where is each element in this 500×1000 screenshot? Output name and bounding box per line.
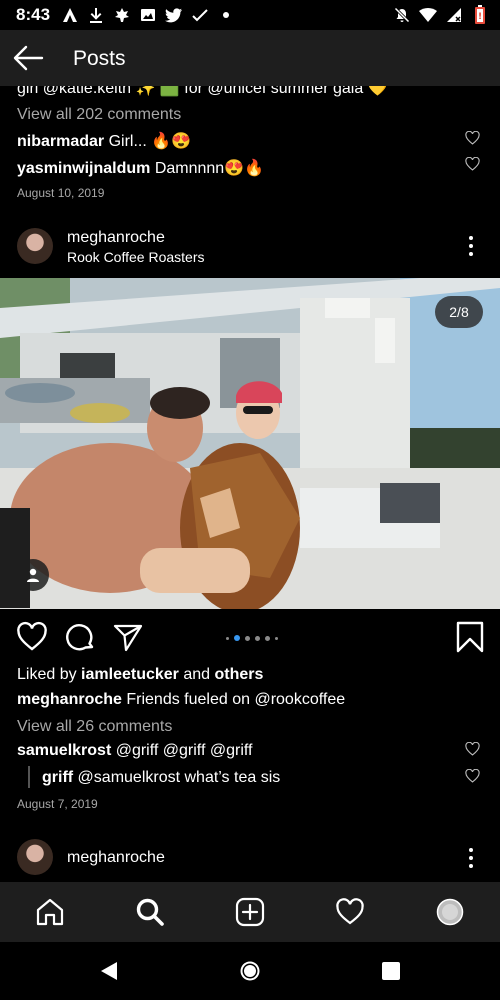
comment-like-icon[interactable] xyxy=(465,157,480,171)
back-arrow-icon xyxy=(13,45,44,71)
back-button[interactable] xyxy=(12,43,44,73)
carousel-counter: 2/8 xyxy=(435,296,483,328)
comment-like-icon[interactable] xyxy=(465,769,480,783)
liked-by-others[interactable]: others xyxy=(214,666,263,683)
system-status-icons: ! xyxy=(392,4,490,26)
home-icon[interactable] xyxy=(34,896,66,928)
caption-username[interactable]: meghanroche xyxy=(17,691,122,708)
twitter-icon xyxy=(164,5,184,25)
caption-text: Friends fueled on @rookcoffee xyxy=(121,691,346,708)
comment-text: @griff @griff @griff xyxy=(111,742,253,759)
person-icon xyxy=(27,568,39,582)
comment-row: nibarmadar Girl... 🔥😍 xyxy=(17,131,191,151)
post-photo[interactable]: 2/8 xyxy=(0,278,500,609)
liked-by-prefix: Liked by xyxy=(17,666,82,683)
system-back-icon[interactable] xyxy=(98,960,120,982)
like-icon[interactable] xyxy=(16,621,48,653)
comment-text: @samuelkrost what’s tea sis xyxy=(73,769,281,786)
battery-icon: ! xyxy=(470,5,490,25)
comment-row: samuelkrost @griff @griff @griff xyxy=(17,742,252,760)
avatar[interactable] xyxy=(17,839,53,875)
liked-by-username[interactable]: iamleetucker xyxy=(81,666,179,683)
search-icon[interactable] xyxy=(134,896,166,928)
share-icon[interactable] xyxy=(112,621,144,653)
post-image xyxy=(0,278,500,609)
a-logo-icon xyxy=(60,5,80,25)
status-bar: 8:43 ! xyxy=(0,0,500,30)
page-title: Posts xyxy=(73,47,126,70)
comment-text: Damnnnn😍🔥 xyxy=(154,160,265,177)
post-username[interactable]: meghanroche xyxy=(67,229,165,247)
system-recents-icon[interactable] xyxy=(380,960,402,982)
comment-icon[interactable] xyxy=(65,621,97,653)
dot-icon xyxy=(216,5,236,25)
comment-row: yasminwijnaldum Damnnnn😍🔥 xyxy=(17,158,264,178)
more-options-icon[interactable] xyxy=(468,848,474,868)
liked-by-and: and xyxy=(178,666,215,683)
tagged-people-button[interactable] xyxy=(17,559,49,591)
download-icon xyxy=(86,5,106,25)
signal-icon xyxy=(444,5,464,25)
activity-icon[interactable] xyxy=(334,896,366,928)
post-actions xyxy=(0,621,500,655)
comment-username[interactable]: griff xyxy=(42,769,73,786)
avatar[interactable] xyxy=(17,228,53,264)
wifi-icon xyxy=(418,5,438,25)
bottom-nav xyxy=(0,882,500,942)
system-home-icon[interactable] xyxy=(239,960,261,982)
feed[interactable]: girl @katie.keith ✨ 🟩 for @unicef summer… xyxy=(0,86,500,896)
profile-icon[interactable] xyxy=(434,896,466,928)
prev-caption-fragment: girl @katie.keith ✨ 🟩 for @unicef summer… xyxy=(17,86,388,97)
post-date: August 7, 2019 xyxy=(17,797,98,811)
comment-username[interactable]: samuelkrost xyxy=(17,742,111,759)
save-icon[interactable] xyxy=(454,621,486,653)
post-location[interactable]: Rook Coffee Roasters xyxy=(67,249,204,265)
view-comments-link[interactable]: View all 26 comments xyxy=(17,718,172,736)
check-icon xyxy=(190,5,210,25)
carousel-indicator xyxy=(226,635,278,641)
notification-icons xyxy=(60,4,236,26)
post-username[interactable]: meghanroche xyxy=(67,849,165,867)
comment-like-icon[interactable] xyxy=(465,742,480,756)
leaf-icon xyxy=(112,5,132,25)
image-icon xyxy=(138,5,158,25)
comment-like-icon[interactable] xyxy=(465,131,480,145)
post-caption: meghanroche Friends fueled on @rookcoffe… xyxy=(17,691,345,709)
reply-thread-line xyxy=(28,766,30,788)
comment-username[interactable]: nibarmadar xyxy=(17,133,104,150)
header-bar: Posts xyxy=(0,30,500,86)
comment-username[interactable]: yasminwijnaldum xyxy=(17,160,150,177)
more-options-icon[interactable] xyxy=(468,236,474,256)
post-date: August 10, 2019 xyxy=(17,186,105,200)
system-nav-bar xyxy=(0,942,500,1000)
new-post-icon[interactable] xyxy=(234,896,266,928)
reply-row: griff @samuelkrost what’s tea sis xyxy=(42,769,280,787)
comment-text: Girl... 🔥😍 xyxy=(108,133,192,150)
prev-view-comments-link[interactable]: View all 202 comments xyxy=(17,106,181,124)
svg-text:!: ! xyxy=(478,12,482,22)
status-time: 8:43 xyxy=(16,5,51,24)
liked-by[interactable]: Liked by iamleetucker and others xyxy=(17,666,263,684)
bell-off-icon xyxy=(392,5,412,25)
